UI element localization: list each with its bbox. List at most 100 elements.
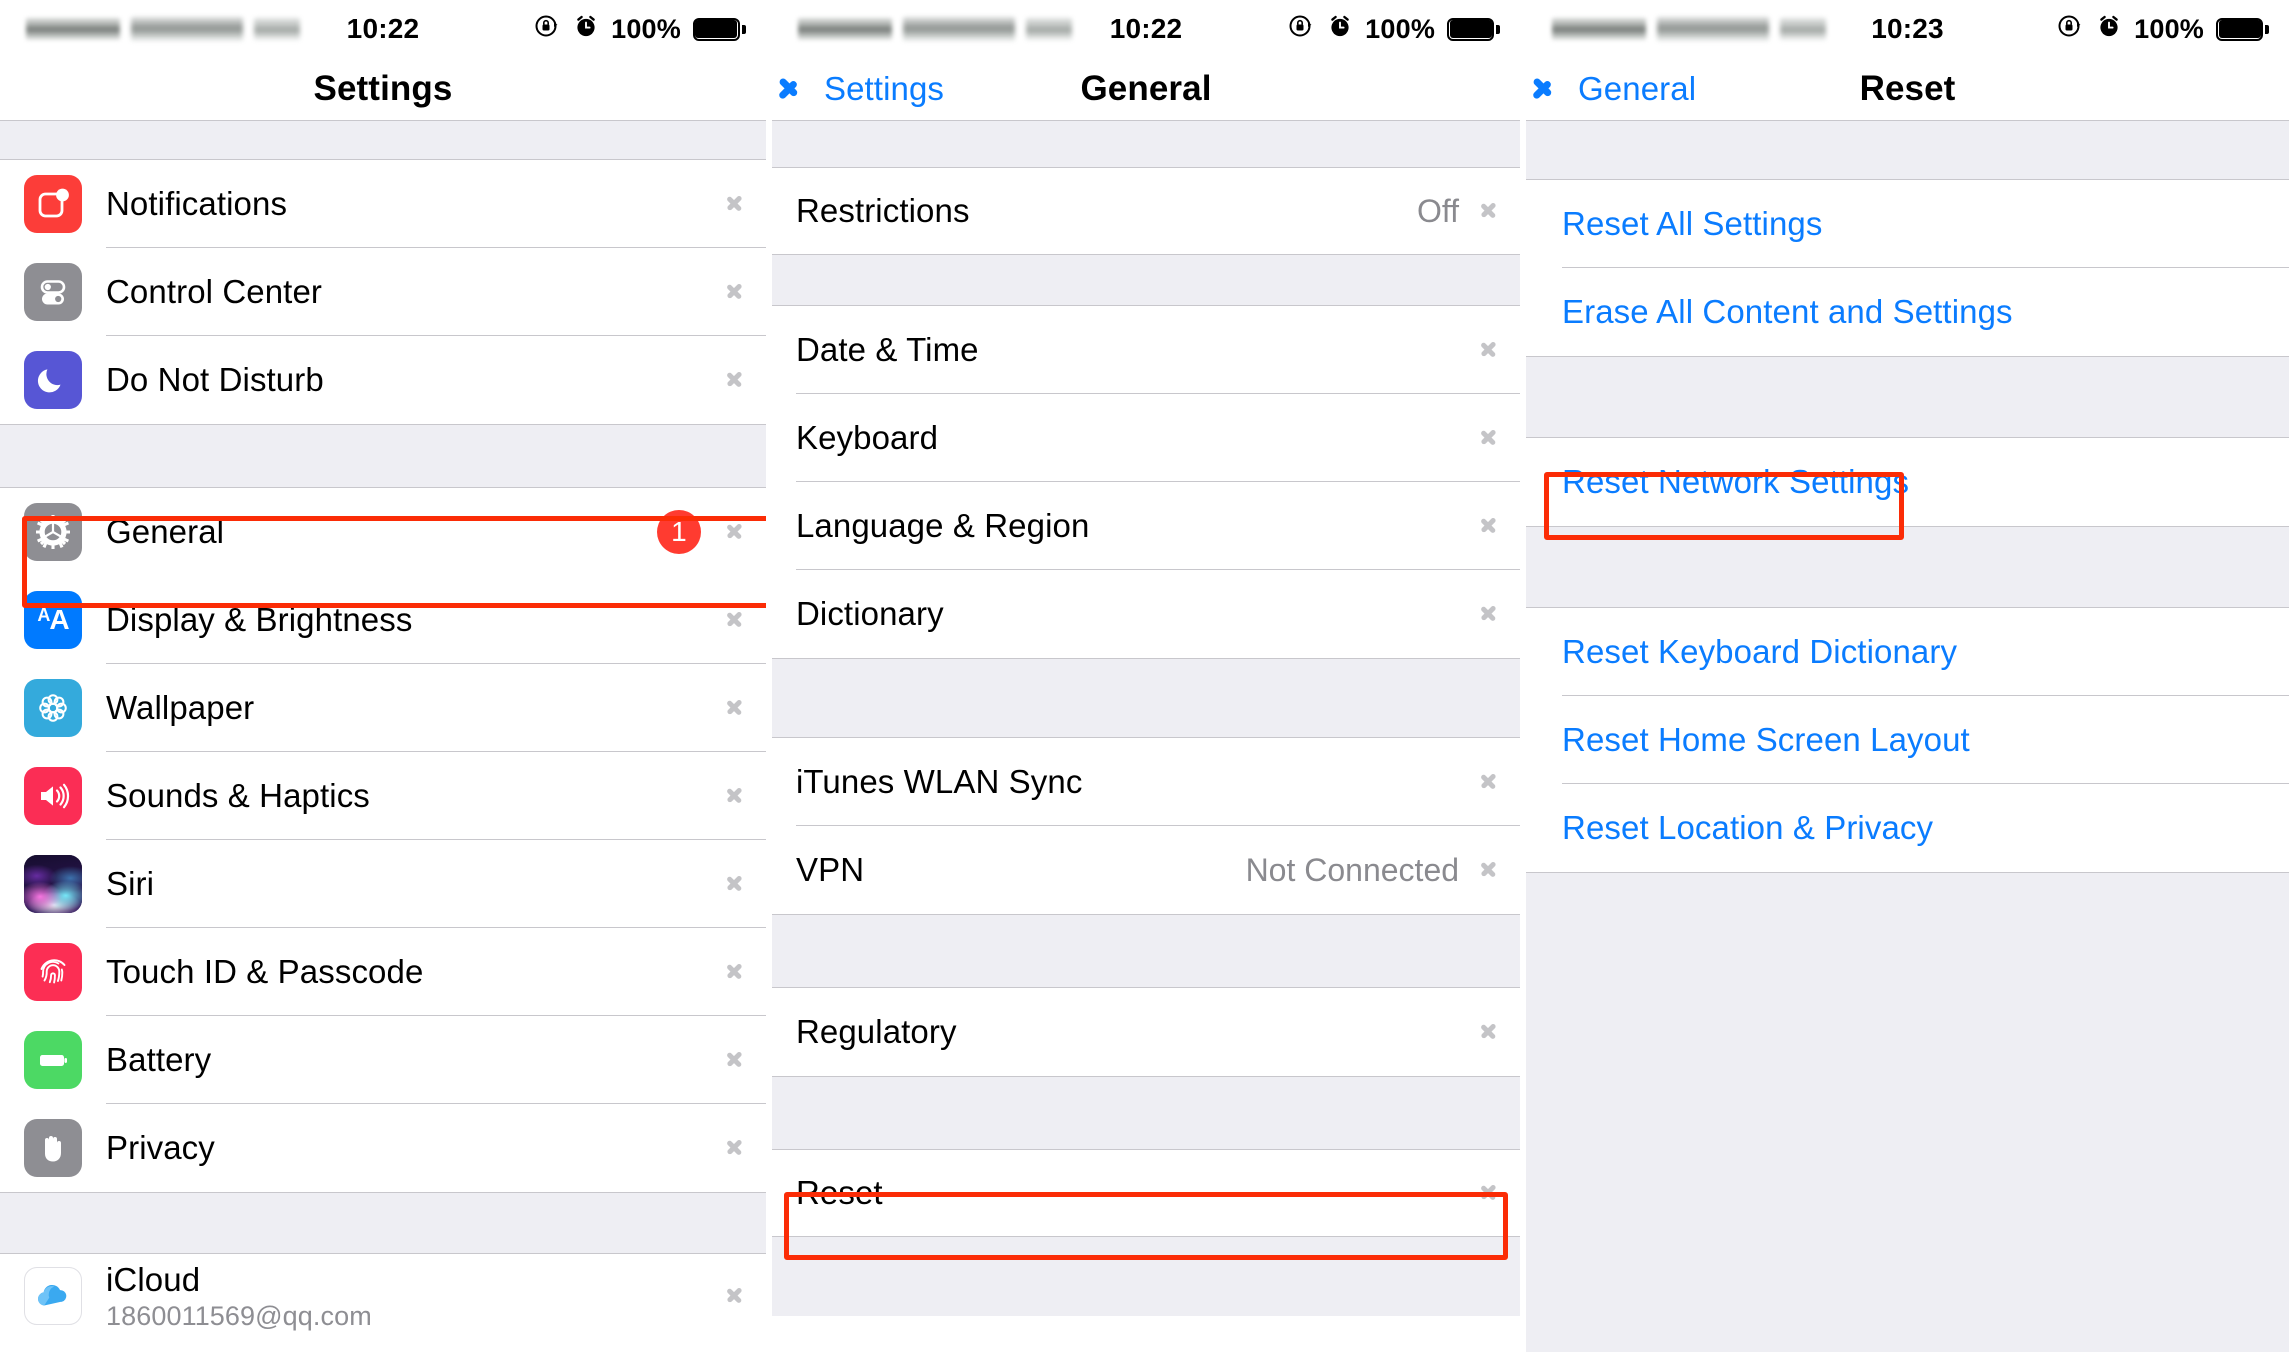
reset-keyboard-dictionary-button[interactable]: Reset Keyboard Dictionary — [1526, 608, 2289, 696]
back-button[interactable]: General — [1548, 70, 1696, 108]
back-button-label: General — [1578, 70, 1697, 107]
chevron-right-icon — [727, 607, 742, 633]
chevron-right-icon — [727, 959, 742, 985]
display-brightness-icon: AA — [24, 591, 82, 649]
battery-full-icon — [1447, 17, 1501, 41]
list-item-reset[interactable]: Reset — [771, 1150, 1521, 1236]
nav-bar: Settings — [0, 58, 766, 120]
general-list: Restrictions Off Date & Time Keyboard La… — [771, 120, 1521, 1316]
sidebar-item-label: Control Center — [106, 273, 322, 310]
group-gap — [0, 424, 766, 488]
privacy-hand-icon — [24, 1119, 82, 1177]
sidebar-item-sounds-haptics[interactable]: Sounds & Haptics — [0, 752, 766, 840]
group-gap — [1526, 526, 2289, 608]
wallpaper-icon — [24, 679, 82, 737]
chevron-right-icon — [1481, 1180, 1496, 1206]
reset-home-screen-layout-label: Reset Home Screen Layout — [1562, 721, 1970, 758]
chevron-right-icon — [727, 695, 742, 721]
status-time: 10:23 — [1871, 13, 1944, 44]
group-gap — [0, 1192, 766, 1254]
sidebar-item-do-not-disturb[interactable]: Do Not Disturb — [0, 336, 766, 424]
siri-icon — [24, 855, 82, 913]
panel-reset: 10:23 100% General Reset Reset All Setti… — [1526, 0, 2289, 1358]
chevron-right-icon — [727, 279, 742, 305]
list-item-label: iTunes WLAN Sync — [795, 763, 1083, 800]
sounds-haptics-icon — [24, 767, 82, 825]
chevron-right-icon — [1481, 198, 1496, 224]
reset-home-screen-layout-button[interactable]: Reset Home Screen Layout — [1526, 696, 2289, 784]
sidebar-item-label: Notifications — [106, 185, 288, 222]
sidebar-item-siri[interactable]: Siri — [0, 840, 766, 928]
list-item-itunes-wlan-sync[interactable]: iTunes WLAN Sync — [771, 738, 1521, 826]
list-item-label: Language & Region — [795, 507, 1090, 544]
sidebar-item-label: Sounds & Haptics — [106, 777, 370, 814]
sidebar-item-label: Wallpaper — [106, 689, 255, 726]
reset-location-privacy-label: Reset Location & Privacy — [1562, 809, 1934, 846]
sidebar-item-label: Touch ID & Passcode — [106, 953, 424, 990]
list-item-dictionary[interactable]: Dictionary — [771, 570, 1521, 658]
list-item-label: VPN — [795, 851, 865, 888]
reset-list: Reset All Settings Erase All Content and… — [1526, 120, 2289, 1352]
list-item-vpn[interactable]: VPN Not Connected — [771, 826, 1521, 914]
chevron-right-icon — [727, 1135, 742, 1161]
general-gear-icon — [24, 503, 82, 561]
chevron-right-icon — [727, 783, 742, 809]
page-title: Settings — [313, 69, 453, 108]
group-gap — [771, 914, 1521, 988]
reset-network-settings-label: Reset Network Settings — [1562, 463, 1910, 500]
icloud-icon — [24, 1267, 82, 1325]
group-gap — [771, 1076, 1521, 1150]
sidebar-item-notifications[interactable]: Notifications — [0, 160, 766, 248]
status-time: 10:22 — [1109, 13, 1183, 44]
sidebar-item-display-brightness[interactable]: AA Display & Brightness — [0, 576, 766, 664]
sidebar-item-privacy[interactable]: Privacy — [0, 1104, 766, 1192]
chevron-right-icon — [727, 1047, 742, 1073]
sidebar-item-label: iCloud — [106, 1260, 201, 1298]
status-bar: 10:23 100% — [1526, 0, 2289, 58]
group-gap — [0, 120, 766, 160]
reset-network-settings-button[interactable]: Reset Network Settings — [1526, 438, 2289, 526]
chevron-right-icon — [727, 191, 742, 217]
list-item-keyboard[interactable]: Keyboard — [771, 394, 1521, 482]
sidebar-item-control-center[interactable]: Control Center — [0, 248, 766, 336]
sidebar-item-wallpaper[interactable]: Wallpaper — [0, 664, 766, 752]
control-center-icon — [24, 263, 82, 321]
sidebar-item-label: Battery — [106, 1041, 212, 1078]
chevron-right-icon — [1481, 337, 1496, 363]
list-item-restrictions[interactable]: Restrictions Off — [771, 168, 1521, 254]
list-item-language-region[interactable]: Language & Region — [771, 482, 1521, 570]
reset-location-privacy-button[interactable]: Reset Location & Privacy — [1526, 784, 2289, 872]
back-button[interactable]: Settings — [794, 70, 944, 108]
settings-list: Notifications Control Center Do Not Dist… — [0, 120, 766, 1338]
chevron-right-icon — [727, 519, 742, 545]
list-item-date-time[interactable]: Date & Time — [771, 306, 1521, 394]
chevron-left-icon — [1548, 72, 1568, 106]
icloud-account-email: 1860011569@qq.com — [106, 1300, 372, 1331]
chevron-right-icon — [727, 367, 742, 393]
back-button-label: Settings — [823, 70, 945, 107]
sidebar-item-general[interactable]: General 1 — [0, 488, 766, 576]
list-item-regulatory[interactable]: Regulatory — [771, 988, 1521, 1076]
chevron-left-icon — [794, 72, 814, 106]
sidebar-item-label: Siri — [106, 865, 155, 902]
sidebar-item-touch-id-passcode[interactable]: Touch ID & Passcode — [0, 928, 766, 1016]
chevron-right-icon — [1481, 769, 1496, 795]
battery-full-icon — [692, 17, 746, 41]
erase-all-content-label: Erase All Content and Settings — [1562, 293, 2013, 330]
list-item-label: Restrictions — [795, 192, 970, 229]
reset-all-settings-button[interactable]: Reset All Settings — [1526, 180, 2289, 268]
list-item-label: Keyboard — [795, 419, 939, 456]
sidebar-item-battery[interactable]: Battery — [0, 1016, 766, 1104]
sidebar-item-icloud[interactable]: iCloud 1860011569@qq.com — [0, 1254, 766, 1338]
reset-keyboard-dictionary-label: Reset Keyboard Dictionary — [1562, 633, 1958, 670]
list-item-label: Regulatory — [795, 1013, 957, 1050]
list-item-label: Date & Time — [795, 331, 979, 368]
erase-all-content-button[interactable]: Erase All Content and Settings — [1526, 268, 2289, 356]
reset-all-settings-label: Reset All Settings — [1562, 205, 1823, 242]
sidebar-item-label: Display & Brightness — [106, 601, 413, 638]
sidebar-item-label: Do Not Disturb — [106, 361, 324, 398]
list-item-label: Dictionary — [795, 595, 944, 632]
touch-id-icon — [24, 943, 82, 1001]
list-item-value: Off — [1416, 192, 1460, 229]
battery-icon — [24, 1031, 82, 1089]
